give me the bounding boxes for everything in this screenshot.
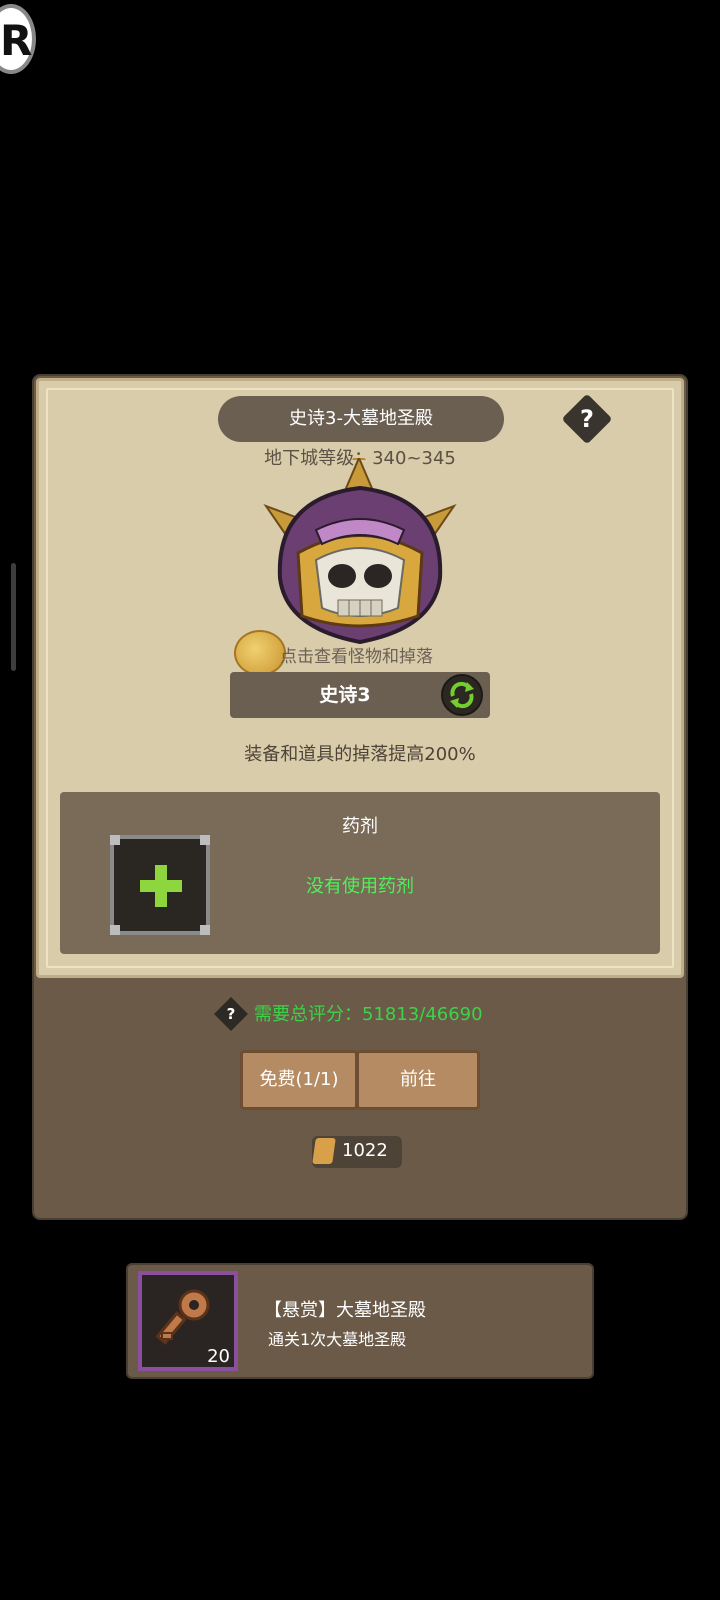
dungeon-title: 史诗3-大墓地圣殿	[218, 396, 504, 442]
logo-letter: R	[0, 16, 33, 65]
help-icon[interactable]: ?	[569, 401, 605, 437]
swap-icon	[450, 681, 474, 709]
check-monsters-link[interactable]: 点击查看怪物和掉落	[280, 642, 433, 667]
score-requirement-text: 需要总评分：51813/46690	[254, 1004, 483, 1025]
ticket-icon	[312, 1138, 336, 1164]
side-edge-handle[interactable]	[11, 563, 16, 671]
potion-status-text: 没有使用药剂	[306, 876, 414, 897]
bounty-title: 【悬赏】大墓地圣殿	[264, 1300, 426, 1321]
boss-image[interactable]	[258, 450, 462, 658]
coin-icon	[234, 630, 286, 676]
help-icon-small[interactable]: ?	[219, 1002, 243, 1026]
bounty-reward-count: 20	[207, 1346, 230, 1367]
bounty-description: 通关1次大墓地圣殿	[268, 1330, 407, 1349]
go-button[interactable]: 前往	[356, 1050, 480, 1110]
plus-icon-bar[interactable]	[140, 880, 182, 892]
difficulty-label: 史诗3	[319, 684, 371, 706]
app-logo-badge: R	[0, 4, 36, 74]
ticket-count: 1022	[342, 1140, 388, 1161]
free-entry-button[interactable]: 免费(1/1)	[240, 1050, 358, 1110]
skull-helmet-icon[interactable]	[258, 450, 462, 658]
drop-bonus-text: 装备和道具的掉落提高200%	[244, 744, 476, 765]
swap-difficulty-button[interactable]	[441, 674, 483, 716]
